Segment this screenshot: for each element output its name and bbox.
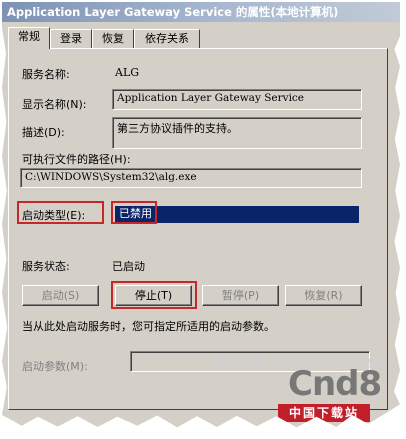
service-status-label: 服务状态: [22, 260, 70, 273]
logo-sub-text: 中国下载站 [278, 404, 370, 422]
tab-logon[interactable]: 登录 [50, 29, 92, 48]
tab-recovery[interactable]: 恢复 [92, 29, 134, 48]
logo-main-text: Cnd8 [288, 364, 382, 404]
start-params-label: 启动参数(M): [22, 360, 88, 373]
resume-button[interactable]: 恢复(R) [285, 285, 362, 306]
service-name-value: ALG [115, 66, 140, 79]
pause-button[interactable]: 暂停(P) [202, 285, 279, 306]
start-button[interactable]: 启动(S) [22, 285, 99, 306]
description-label: 描述(D): [22, 126, 65, 139]
service-status-value: 已启动 [112, 260, 145, 273]
tab-dependencies[interactable]: 依存关系 [134, 29, 200, 48]
tab-general[interactable]: 常规 [8, 27, 50, 49]
dialog-window: Application Layer Gateway Service 的属性(本地… [2, 2, 400, 428]
startup-type-label: 启动类型(E): [22, 209, 86, 222]
start-params-hint: 当从此处启动服务时，您可指定所适用的启动参数。 [22, 320, 275, 333]
exe-path-label: 可执行文件的路径(H): [22, 153, 131, 166]
window-title: Application Layer Gateway Service 的属性(本地… [2, 2, 400, 22]
cnd8-logo: Cnd8 中国下载站 [278, 364, 382, 424]
startup-type-value-highlight [111, 201, 157, 224]
exe-path-field: C:\WINDOWS\System32\alg.exe [20, 168, 362, 188]
stop-button-highlight [111, 281, 197, 309]
display-name-field[interactable]: Application Layer Gateway Service [112, 89, 362, 110]
display-name-label: 显示名称(N): [22, 98, 87, 111]
description-field[interactable]: 第三方协议插件的支持。 [112, 117, 362, 149]
service-name-label: 服务名称: [22, 68, 70, 81]
